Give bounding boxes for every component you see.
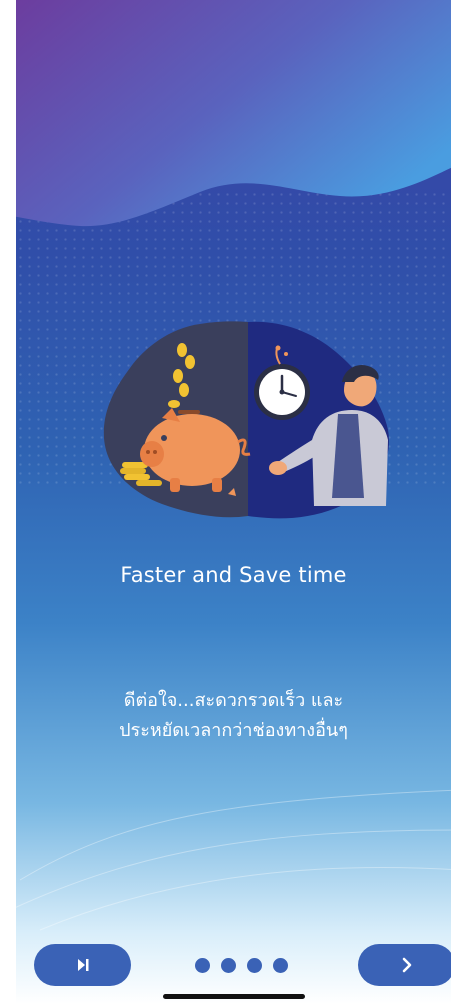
header-wave-graphic [0,0,467,227]
page-dot-1[interactable] [195,958,210,973]
page-indicator [195,958,288,973]
decorative-lines [9,789,461,931]
onboarding-screen: Faster and Save time ดีต่อใจ...สะดวกรวดเ… [0,0,467,1004]
savings-time-illustration [103,321,389,519]
description-line-2: ประหยัดเวลากว่าช่องทางอื่นๆ [119,720,348,741]
page-dot-3[interactable] [247,958,262,973]
home-indicator [163,994,305,999]
onboarding-description: ดีต่อใจ...สะดวกรวดเร็ว และ ประหยัดเวลากว… [16,686,451,746]
skip-button[interactable] [34,944,131,986]
page-dot-4[interactable] [273,958,288,973]
page-dot-2[interactable] [221,958,236,973]
next-button[interactable] [358,944,455,986]
description-line-1: ดีต่อใจ...สะดวกรวดเร็ว และ [123,690,344,711]
skip-forward-icon [77,959,88,971]
chevron-right-icon [402,957,411,973]
onboarding-title: Faster and Save time [120,563,347,587]
